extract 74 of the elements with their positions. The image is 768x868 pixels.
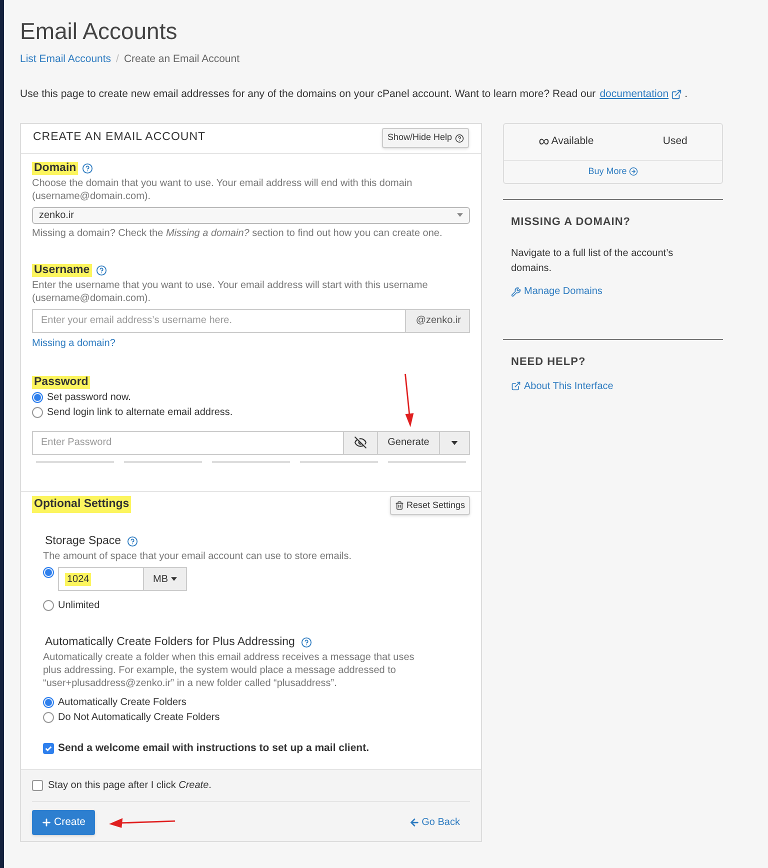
go-back-link[interactable]: Go Back xyxy=(408,815,460,830)
section-title: NEED HELP? xyxy=(511,355,587,370)
field-label: Optional Settings xyxy=(32,496,132,513)
arrow-left-icon xyxy=(408,817,420,828)
available-label: Available xyxy=(551,134,594,149)
unit-dropdown[interactable]: MB xyxy=(144,567,187,591)
eye-slash-icon xyxy=(354,436,367,449)
documentation-link[interactable]: documentation xyxy=(600,86,669,102)
infinity-symbol: ∞ xyxy=(538,134,550,149)
section-text: Navigate to a full list of the account’s domains. xyxy=(511,247,674,276)
help-icon[interactable] xyxy=(127,536,138,547)
generate-button[interactable]: Generate xyxy=(378,430,440,454)
field-label: Storage Space xyxy=(44,535,122,548)
radio-label: Automatically Create Folders xyxy=(58,696,186,709)
domain-select[interactable]: zenko.ir xyxy=(32,206,470,224)
help-text: Missing a domain? Check the Missing a domain? section to find out how you can create one. xyxy=(32,226,444,240)
radio-button[interactable] xyxy=(32,406,43,418)
intro-text: Use this page to create new email addresses for any of the domains on your cPanel account. Want to learn more? Read our xyxy=(20,86,596,102)
external-link-icon xyxy=(511,381,521,391)
create-button[interactable]: Create xyxy=(32,810,95,835)
radio-label: Do Not Automatically Create Folders xyxy=(58,711,220,724)
radio-button[interactable] xyxy=(43,712,54,723)
password-field[interactable]: Enter Password xyxy=(32,430,344,454)
breadcrumb-current: Create an Email Account xyxy=(124,52,240,67)
radio-button[interactable] xyxy=(43,567,54,578)
wrench-icon xyxy=(511,286,521,296)
breadcrumb-link[interactable]: List Email Accounts xyxy=(20,52,112,68)
checkbox-label: Stay on this page after I click Create. xyxy=(48,779,212,793)
buy-more-link[interactable]: Buy More xyxy=(588,164,638,178)
help-text: The amount of space that your email account can use to store emails. xyxy=(43,550,352,563)
annotation-arrow xyxy=(108,816,177,828)
about-interface-link[interactable]: About This Interface xyxy=(511,378,715,394)
used-label: Used xyxy=(662,134,688,149)
period-text: . xyxy=(684,86,688,102)
checkbox[interactable] xyxy=(32,780,43,791)
missing-domain-link[interactable]: Missing a domain? xyxy=(32,336,116,350)
arrow-circle-icon xyxy=(628,167,638,176)
section-title: MISSING A DOMAIN? xyxy=(511,214,632,230)
checkbox[interactable] xyxy=(43,743,54,754)
field-label: Password xyxy=(32,376,90,388)
help-icon[interactable] xyxy=(300,637,312,648)
help-text: Enter the username that you want to use. Your email address will start with this username (username@domain.com). xyxy=(32,278,429,304)
domain-suffix: @zenko.ir xyxy=(406,308,470,332)
breadcrumb-separator: / xyxy=(116,52,119,67)
field-label: Domain xyxy=(32,162,78,174)
help-text: Choose the domain that you want to use. Your email address will end with this domain (username@domain.com). xyxy=(32,176,414,202)
caret-icon xyxy=(457,213,463,217)
help-icon xyxy=(455,134,464,142)
plus-icon xyxy=(41,817,52,828)
toggle-visibility-button[interactable] xyxy=(344,430,378,454)
field-label: Username xyxy=(32,264,92,276)
annotation-arrow xyxy=(402,372,416,428)
radio-button[interactable] xyxy=(43,600,54,611)
card-title: CREATE AN EMAIL ACCOUNT xyxy=(33,130,206,146)
help-text: Automatically create a folder when this email address receives a message that uses plus addressing. For example, the system would place a message addressed to “user+plusaddress@zenko.ir” in a new folder called “plusaddress”. xyxy=(43,651,416,690)
checkbox-label: Send a welcome email with instructions to set up a mail client. xyxy=(58,742,369,755)
radio-label: Set password now. xyxy=(47,390,131,404)
quota-field[interactable]: 1024 xyxy=(58,567,144,591)
help-icon[interactable] xyxy=(96,264,107,276)
radio-label: Send login link to alternate email address. xyxy=(47,406,233,418)
help-icon[interactable] xyxy=(82,162,94,174)
reset-settings-button[interactable]: Reset Settings xyxy=(390,496,470,515)
radio-label: Unlimited xyxy=(58,599,100,612)
page-title: Email Accounts xyxy=(20,17,178,46)
radio-button[interactable] xyxy=(32,392,43,402)
radio-button[interactable] xyxy=(43,697,54,708)
trash-icon xyxy=(395,500,404,510)
caret-icon xyxy=(171,577,177,581)
show-hide-help-button[interactable]: Show/Hide Help xyxy=(382,128,469,148)
caret-icon xyxy=(451,440,458,444)
external-link-icon xyxy=(670,89,682,100)
field-label: Automatically Create Folders for Plus Addressing xyxy=(44,636,296,649)
username-field[interactable]: Enter your email address’s username here. xyxy=(32,308,406,332)
manage-domains-link[interactable]: Manage Domains xyxy=(511,284,715,299)
